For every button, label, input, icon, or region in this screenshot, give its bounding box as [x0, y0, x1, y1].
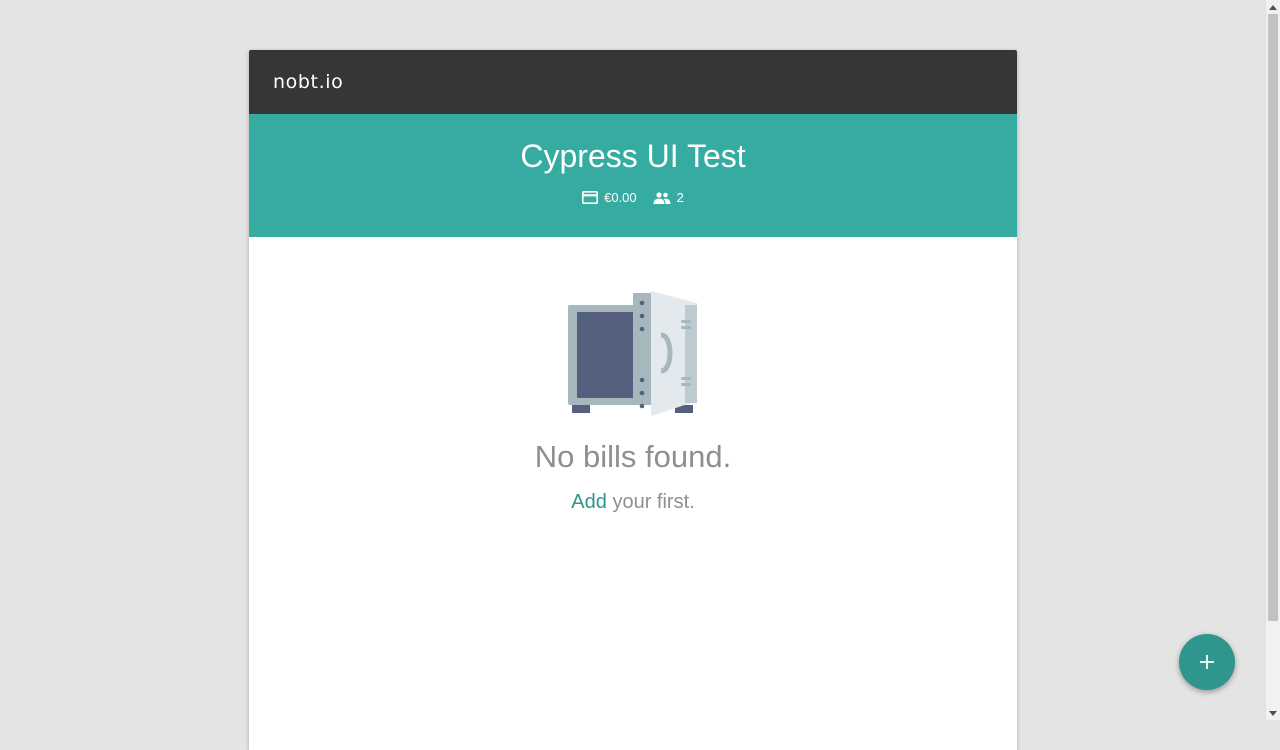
- main-card: nobt.io Cypress UI Test €0.00 2 No bills…: [249, 50, 1017, 750]
- scrollbar-thumb[interactable]: [1268, 14, 1278, 621]
- empty-state-subtitle: Add your first.: [249, 491, 1017, 514]
- empty-state-rest: your first.: [612, 491, 695, 513]
- app-bar: nobt.io: [249, 50, 1017, 114]
- member-count-value: 2: [676, 190, 684, 205]
- add-bill-link[interactable]: Add: [571, 491, 607, 513]
- credit-card-icon: [582, 191, 599, 204]
- people-icon: [653, 191, 671, 204]
- empty-state: No bills found. Add your first.: [249, 237, 1017, 514]
- open-safe-illustration: [568, 291, 697, 416]
- plus-icon: [1200, 655, 1214, 669]
- brand-logo[interactable]: nobt.io: [273, 71, 343, 93]
- empty-state-title: No bills found.: [534, 439, 732, 474]
- nobt-header: Cypress UI Test €0.00 2: [249, 114, 1017, 237]
- member-count: 2: [653, 190, 684, 205]
- header-meta: €0.00 2: [249, 190, 1017, 205]
- add-bill-fab[interactable]: [1179, 634, 1235, 690]
- total-amount-value: €0.00: [604, 190, 637, 205]
- vertical-scrollbar[interactable]: [1265, 0, 1280, 720]
- scroll-down-arrow-icon[interactable]: [1266, 706, 1280, 720]
- page-title: Cypress UI Test: [520, 138, 746, 174]
- total-amount: €0.00: [582, 190, 637, 205]
- scroll-up-arrow-icon[interactable]: [1266, 0, 1280, 14]
